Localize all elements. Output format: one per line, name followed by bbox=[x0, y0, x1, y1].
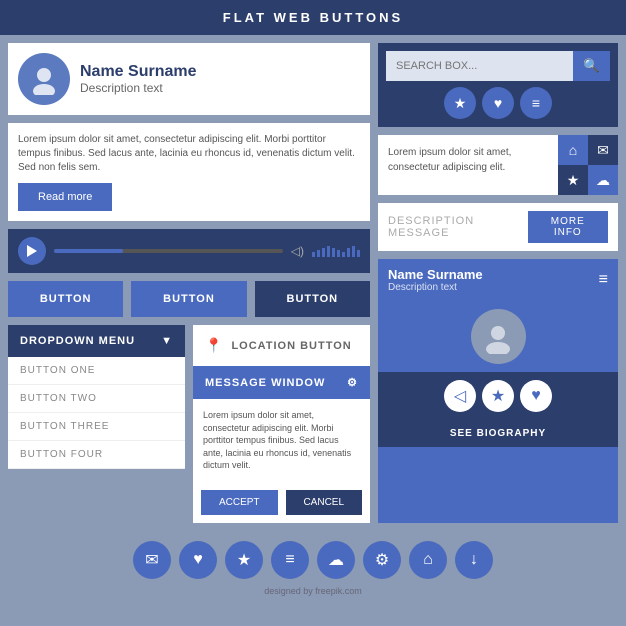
play-icon bbox=[27, 245, 37, 257]
mobile-card: Name Surname Description text ≡ ◁ ★ ♥ SE… bbox=[378, 259, 618, 523]
search-button[interactable]: 🔍 bbox=[573, 51, 610, 81]
vbar9 bbox=[352, 246, 355, 257]
search-input-row: 🔍 bbox=[386, 51, 610, 81]
star-icon-cell[interactable]: ★ bbox=[558, 165, 588, 195]
page-header: FLAT WEB BUTTONS bbox=[0, 0, 626, 35]
dropdown-item-2[interactable]: BUTTON TWO bbox=[8, 385, 185, 413]
search-icon: 🔍 bbox=[583, 58, 600, 73]
avatar bbox=[18, 53, 70, 105]
desc-message-row: DESCRIPTION MESSAGE MORE INFO bbox=[378, 203, 618, 251]
vbar10 bbox=[357, 250, 360, 257]
vbar6 bbox=[337, 250, 340, 257]
mobile-menu-icon[interactable]: ≡ bbox=[599, 271, 608, 289]
search-section: 🔍 ★ ♥ ≡ bbox=[378, 43, 618, 127]
player-bar: ◁) bbox=[8, 229, 370, 273]
menu-icon-btn[interactable]: ≡ bbox=[520, 87, 552, 119]
button-row: BUTTON BUTTON BUTTON bbox=[8, 281, 370, 317]
more-info-button[interactable]: MORE INFO bbox=[528, 211, 608, 243]
progress-fill bbox=[54, 249, 123, 253]
bottom-star-icon[interactable]: ★ bbox=[225, 541, 263, 579]
profile-name: Name Surname bbox=[80, 63, 197, 81]
location-button[interactable]: 📍 LOCATION BUTTON bbox=[193, 325, 370, 366]
cancel-button[interactable]: CANCEL bbox=[286, 490, 363, 515]
right-column: 🔍 ★ ♥ ≡ Lorem ipsum dolor sit amet, cons… bbox=[378, 43, 618, 523]
message-body: Lorem ipsum dolor sit amet, consectetur … bbox=[193, 399, 370, 482]
user-icon bbox=[28, 63, 60, 95]
mobile-profile-info: Name Surname Description text bbox=[388, 267, 483, 293]
footer-text: designed by freepik.com bbox=[264, 586, 362, 596]
profile-info: Name Surname Description text bbox=[80, 63, 197, 95]
dropdown-item-1[interactable]: BUTTON ONE bbox=[8, 357, 185, 385]
message-window: 📍 LOCATION BUTTON MESSAGE WINDOW ⚙ Lorem… bbox=[193, 325, 370, 523]
bottom-menu-icon[interactable]: ≡ bbox=[271, 541, 309, 579]
profile-card: Name Surname Description text bbox=[8, 43, 370, 115]
message-title: MESSAGE WINDOW bbox=[205, 377, 325, 389]
dropdown-arrow: ▼ bbox=[161, 335, 173, 347]
bottom-rss-icon[interactable]: ☁ bbox=[317, 541, 355, 579]
dropdown-header[interactable]: DROPDOWN MENU ▼ bbox=[8, 325, 185, 357]
mobile-desc: Description text bbox=[388, 282, 483, 293]
info-card: Lorem ipsum dolor sit amet, consectetur … bbox=[378, 135, 618, 195]
bottom-gear-icon[interactable]: ⚙ bbox=[363, 541, 401, 579]
vbar2 bbox=[317, 250, 320, 257]
mobile-action-row: ◁ ★ ♥ bbox=[378, 372, 618, 420]
home-icon-btn[interactable]: ⌂ bbox=[558, 135, 588, 165]
play-button[interactable] bbox=[18, 237, 46, 265]
vbar8 bbox=[347, 248, 350, 257]
search-input[interactable] bbox=[386, 51, 573, 81]
footer: designed by freepik.com bbox=[0, 584, 626, 598]
mobile-star-btn[interactable]: ★ bbox=[482, 380, 514, 412]
location-pin-icon: 📍 bbox=[205, 337, 223, 354]
mobile-share-btn[interactable]: ◁ bbox=[444, 380, 476, 412]
message-actions: ACCEPT CANCEL bbox=[193, 482, 370, 523]
heart-icon-btn[interactable]: ♥ bbox=[482, 87, 514, 119]
vbar7 bbox=[342, 252, 345, 257]
bottom-download-icon[interactable]: ↓ bbox=[455, 541, 493, 579]
mobile-user-icon bbox=[481, 320, 515, 354]
dropdown-item-3[interactable]: BUTTON THREE bbox=[8, 413, 185, 441]
search-icon-row: ★ ♥ ≡ bbox=[386, 87, 610, 119]
text-content: Lorem ipsum dolor sit amet, consectetur … bbox=[18, 134, 355, 173]
mobile-heart-btn[interactable]: ♥ bbox=[520, 380, 552, 412]
location-label: LOCATION BUTTON bbox=[231, 340, 351, 352]
info-text: Lorem ipsum dolor sit amet, consectetur … bbox=[378, 135, 558, 195]
button-1[interactable]: BUTTON bbox=[8, 281, 123, 317]
mobile-avatar-area bbox=[378, 301, 618, 372]
volume-icon: ◁) bbox=[291, 244, 304, 258]
bottom-icon-row: ✉ ♥ ★ ≡ ☁ ⚙ ⌂ ↓ bbox=[0, 531, 626, 584]
mobile-header: Name Surname Description text ≡ bbox=[378, 259, 618, 301]
vbar3 bbox=[322, 248, 325, 257]
left-column: Name Surname Description text Lorem ipsu… bbox=[8, 43, 370, 523]
star-icon-btn[interactable]: ★ bbox=[444, 87, 476, 119]
header-title: FLAT WEB BUTTONS bbox=[223, 10, 403, 25]
text-block: Lorem ipsum dolor sit amet, consectetur … bbox=[8, 123, 370, 221]
settings-icon[interactable]: ⚙ bbox=[347, 376, 358, 389]
vbar4 bbox=[327, 246, 330, 257]
dropdown-label: DROPDOWN MENU bbox=[20, 335, 135, 347]
rss-icon-btn[interactable]: ☁ bbox=[588, 165, 618, 195]
volume-bars bbox=[312, 246, 360, 257]
info-icon-grid: ⌂ ✉ ★ ☁ bbox=[558, 135, 618, 195]
desc-message-text: DESCRIPTION MESSAGE bbox=[388, 215, 528, 239]
progress-bar bbox=[54, 249, 283, 253]
dropdown-section: DROPDOWN MENU ▼ BUTTON ONE BUTTON TWO BU… bbox=[8, 325, 185, 469]
mobile-avatar bbox=[471, 309, 526, 364]
see-biography-button[interactable]: SEE BIOGRAPHY bbox=[378, 420, 618, 447]
mobile-name: Name Surname bbox=[388, 267, 483, 282]
bottom-mail-icon[interactable]: ✉ bbox=[133, 541, 171, 579]
dropdown-item-4[interactable]: BUTTON FOUR bbox=[8, 441, 185, 469]
mail-icon-btn[interactable]: ✉ bbox=[588, 135, 618, 165]
read-more-button[interactable]: Read more bbox=[18, 183, 112, 211]
profile-description: Description text bbox=[80, 81, 197, 95]
vbar1 bbox=[312, 252, 315, 257]
bottom-home-icon[interactable]: ⌂ bbox=[409, 541, 447, 579]
bottom-heart-icon[interactable]: ♥ bbox=[179, 541, 217, 579]
vbar5 bbox=[332, 248, 335, 257]
button-3[interactable]: BUTTON bbox=[255, 281, 370, 317]
message-header: MESSAGE WINDOW ⚙ bbox=[193, 366, 370, 399]
button-2[interactable]: BUTTON bbox=[131, 281, 246, 317]
bottom-section: DROPDOWN MENU ▼ BUTTON ONE BUTTON TWO BU… bbox=[8, 325, 370, 523]
accept-button[interactable]: ACCEPT bbox=[201, 490, 278, 515]
